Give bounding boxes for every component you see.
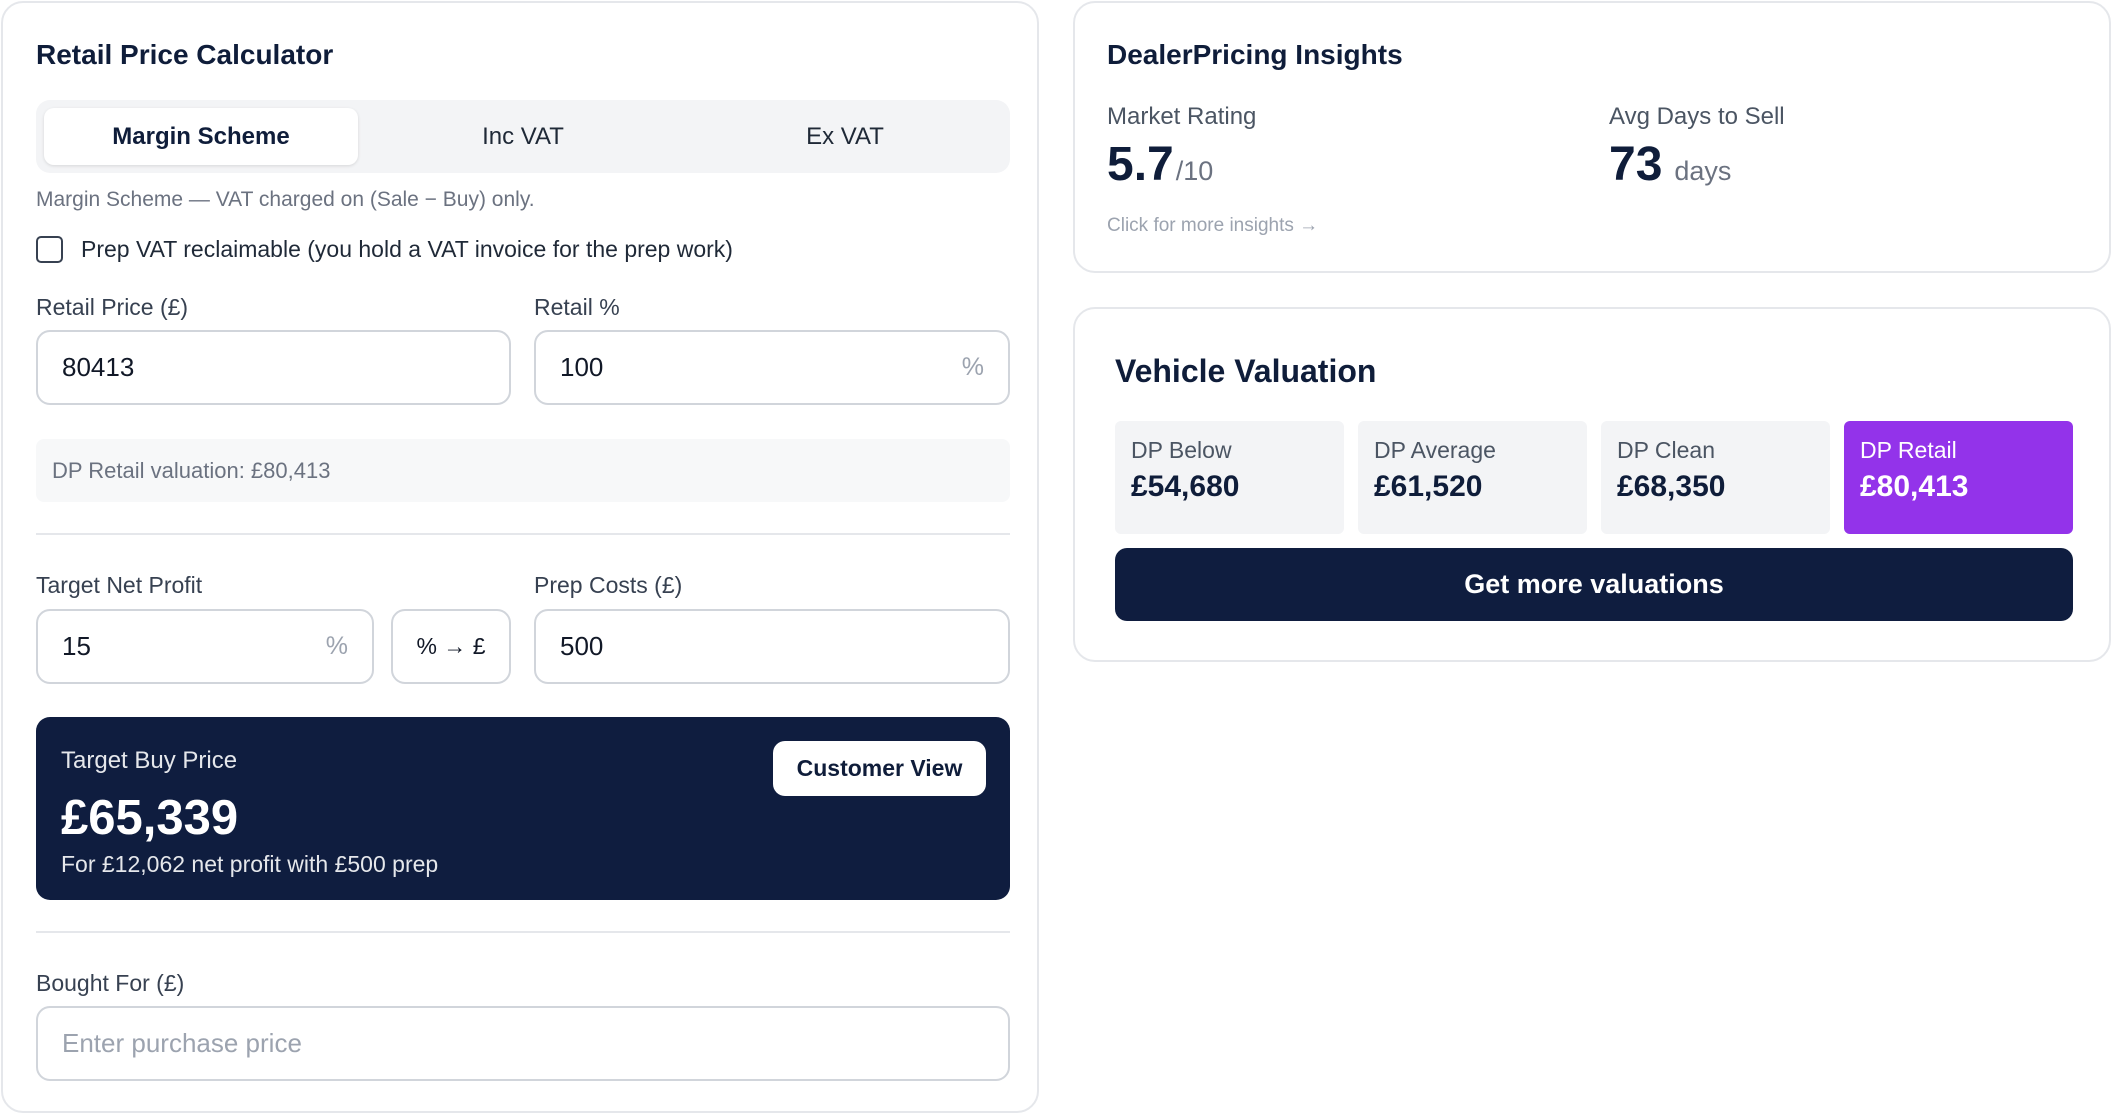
dealerpricing-insights-card[interactable]: DealerPricing Insights Market Rating 5.7…: [1073, 1, 2111, 273]
divider: [36, 931, 1010, 933]
valuation-tile-value: £54,680: [1131, 470, 1240, 503]
retail-price-value: 80413: [62, 352, 135, 382]
target-buy-price-subtext: For £12,062 net profit with £500 prep: [61, 851, 439, 877]
valuation-tile-value: £68,350: [1617, 470, 1726, 503]
tab-ex-vat[interactable]: Ex VAT: [688, 108, 1002, 165]
valuation-tile-label: DP Clean: [1617, 437, 1716, 463]
get-more-valuations-button[interactable]: Get more valuations: [1115, 548, 2073, 621]
target-buy-price-value: £65,339: [61, 791, 239, 845]
target-net-profit-label: Target Net Profit: [36, 572, 203, 598]
retail-price-calculator-card: Retail Price Calculator Margin Scheme In…: [1, 1, 1039, 1113]
target-net-profit-input[interactable]: 15 %: [36, 609, 374, 684]
valuation-tile-dp-clean[interactable]: DP Clean £68,350: [1601, 421, 1830, 534]
customer-view-button[interactable]: Customer View: [773, 741, 986, 796]
bought-for-label: Bought For (£): [36, 970, 185, 996]
dp-retail-info: DP Retail valuation: £80,413: [36, 439, 1010, 502]
market-rating-label: Market Rating: [1107, 103, 1257, 130]
bought-for-placeholder: Enter purchase price: [62, 1028, 302, 1058]
market-rating-value: 5.7: [1107, 138, 1174, 191]
retail-percent-label: Retail %: [534, 294, 620, 320]
valuation-tile-dp-retail[interactable]: DP Retail £80,413: [1844, 421, 2073, 534]
valuation-tile-dp-average[interactable]: DP Average £61,520: [1358, 421, 1587, 534]
prep-vat-label: Prep VAT reclaimable (you hold a VAT inv…: [81, 236, 733, 262]
avg-days: 73 days: [1609, 137, 1731, 192]
valuation-title: Vehicle Valuation: [1115, 353, 1377, 389]
target-buy-price-panel: Target Buy Price £65,339 For £12,062 net…: [36, 717, 1010, 900]
prep-costs-label: Prep Costs (£): [534, 572, 683, 598]
more-insights-link[interactable]: Click for more insights →: [1107, 215, 1318, 237]
divider: [36, 533, 1010, 535]
valuation-tile-value: £80,413: [1860, 470, 1969, 503]
prep-vat-row: Prep VAT reclaimable (you hold a VAT inv…: [36, 236, 733, 263]
retail-percent-input[interactable]: 100 %: [534, 330, 1010, 405]
percent-suffix: %: [325, 632, 348, 660]
avg-days-value: 73: [1609, 138, 1663, 191]
market-rating: 5.7 /10: [1107, 137, 1213, 192]
insights-title: DealerPricing Insights: [1107, 39, 1403, 70]
vehicle-valuation-card: Vehicle Valuation DP Below £54,680 DP Av…: [1073, 307, 2111, 662]
tab-inc-vat[interactable]: Inc VAT: [366, 108, 680, 165]
market-rating-unit: /10: [1175, 156, 1214, 186]
prep-costs-value: 500: [560, 631, 604, 661]
vat-scheme-tabs: Margin Scheme Inc VAT Ex VAT: [36, 100, 1010, 173]
avg-days-label: Avg Days to Sell: [1609, 103, 1785, 130]
valuation-tile-label: DP Below: [1131, 437, 1232, 463]
retail-price-label: Retail Price (£): [36, 294, 189, 320]
avg-days-unit: days: [1674, 156, 1732, 186]
valuation-tile-dp-below[interactable]: DP Below £54,680: [1115, 421, 1344, 534]
prep-vat-checkbox[interactable]: [36, 236, 63, 263]
tab-margin-scheme[interactable]: Margin Scheme: [44, 108, 358, 165]
percent-to-pound-button[interactable]: % → £: [391, 609, 511, 684]
scheme-note: Margin Scheme — VAT charged on (Sale − B…: [36, 188, 535, 211]
valuation-tile-label: DP Average: [1374, 437, 1496, 463]
percent-suffix: %: [961, 353, 984, 381]
bought-for-input[interactable]: Enter purchase price: [36, 1006, 1010, 1081]
prep-costs-input[interactable]: 500: [534, 609, 1010, 684]
retail-price-input[interactable]: 80413: [36, 330, 511, 405]
target-net-profit-value: 15: [62, 631, 91, 661]
valuation-tile-value: £61,520: [1374, 470, 1483, 503]
retail-percent-value: 100: [560, 352, 604, 382]
valuation-tile-label: DP Retail: [1860, 437, 1957, 463]
calculator-title: Retail Price Calculator: [36, 39, 334, 70]
target-buy-price-label: Target Buy Price: [61, 747, 238, 774]
